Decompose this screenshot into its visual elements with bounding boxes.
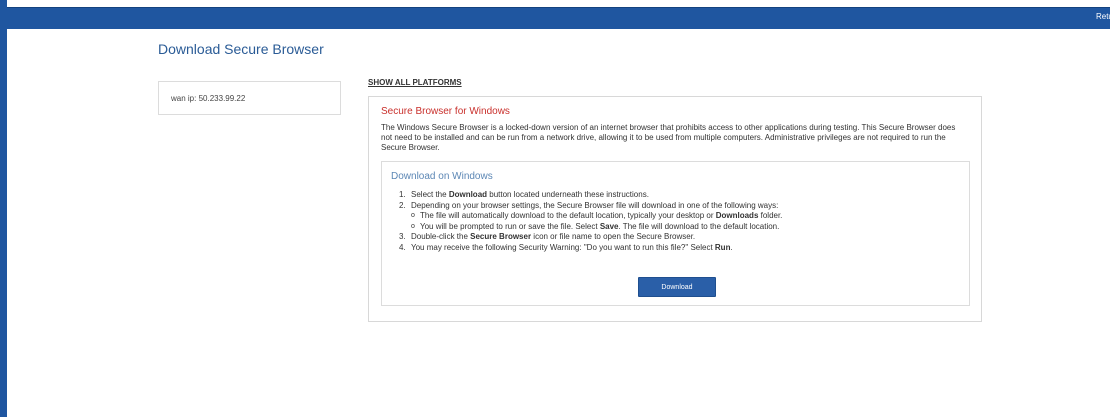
instruction-step: 2. Depending on your browser settings, t… bbox=[399, 200, 779, 210]
download-section: Download on Windows 1. Select the Downlo… bbox=[381, 161, 970, 306]
download-button[interactable]: Download bbox=[638, 277, 716, 297]
wan-ip-panel: wan ip: 50.233.99.22 bbox=[158, 81, 341, 115]
instruction-step: 1. Select the Download button located un… bbox=[399, 190, 649, 199]
instruction-list: 1. Select the Download button located un… bbox=[399, 190, 959, 253]
instruction-step: 4. You may receive the following Securit… bbox=[399, 242, 733, 252]
bullet-icon: o bbox=[411, 212, 415, 219]
page-title: Download Secure Browser bbox=[158, 41, 324, 57]
return-link[interactable]: Return bbox=[1096, 12, 1110, 21]
wan-ip-text: wan ip: 50.233.99.22 bbox=[171, 94, 245, 103]
bullet-icon: o bbox=[411, 222, 415, 230]
show-all-platforms-link[interactable]: SHOW ALL PLATFORMS bbox=[368, 78, 462, 87]
windows-title: Secure Browser for Windows bbox=[381, 106, 510, 117]
instruction-substep: o The file will automatically download t… bbox=[411, 211, 783, 220]
windows-description: The Windows Secure Browser is a locked-d… bbox=[381, 123, 956, 152]
instruction-substep: o You will be prompted to run or save th… bbox=[411, 221, 780, 231]
wan-ip-value: 50.233.99.22 bbox=[198, 94, 246, 103]
instruction-step: 3. Double-click the Secure Browser icon … bbox=[399, 232, 696, 241]
app-frame: Return Download Secure Browser wan ip: 5… bbox=[0, 0, 1110, 417]
top-navbar: Return bbox=[7, 7, 1110, 29]
wan-ip-label: wan ip: bbox=[171, 94, 197, 103]
windows-panel: Secure Browser for Windows The Windows S… bbox=[368, 96, 982, 322]
download-section-title: Download on Windows bbox=[391, 171, 493, 182]
